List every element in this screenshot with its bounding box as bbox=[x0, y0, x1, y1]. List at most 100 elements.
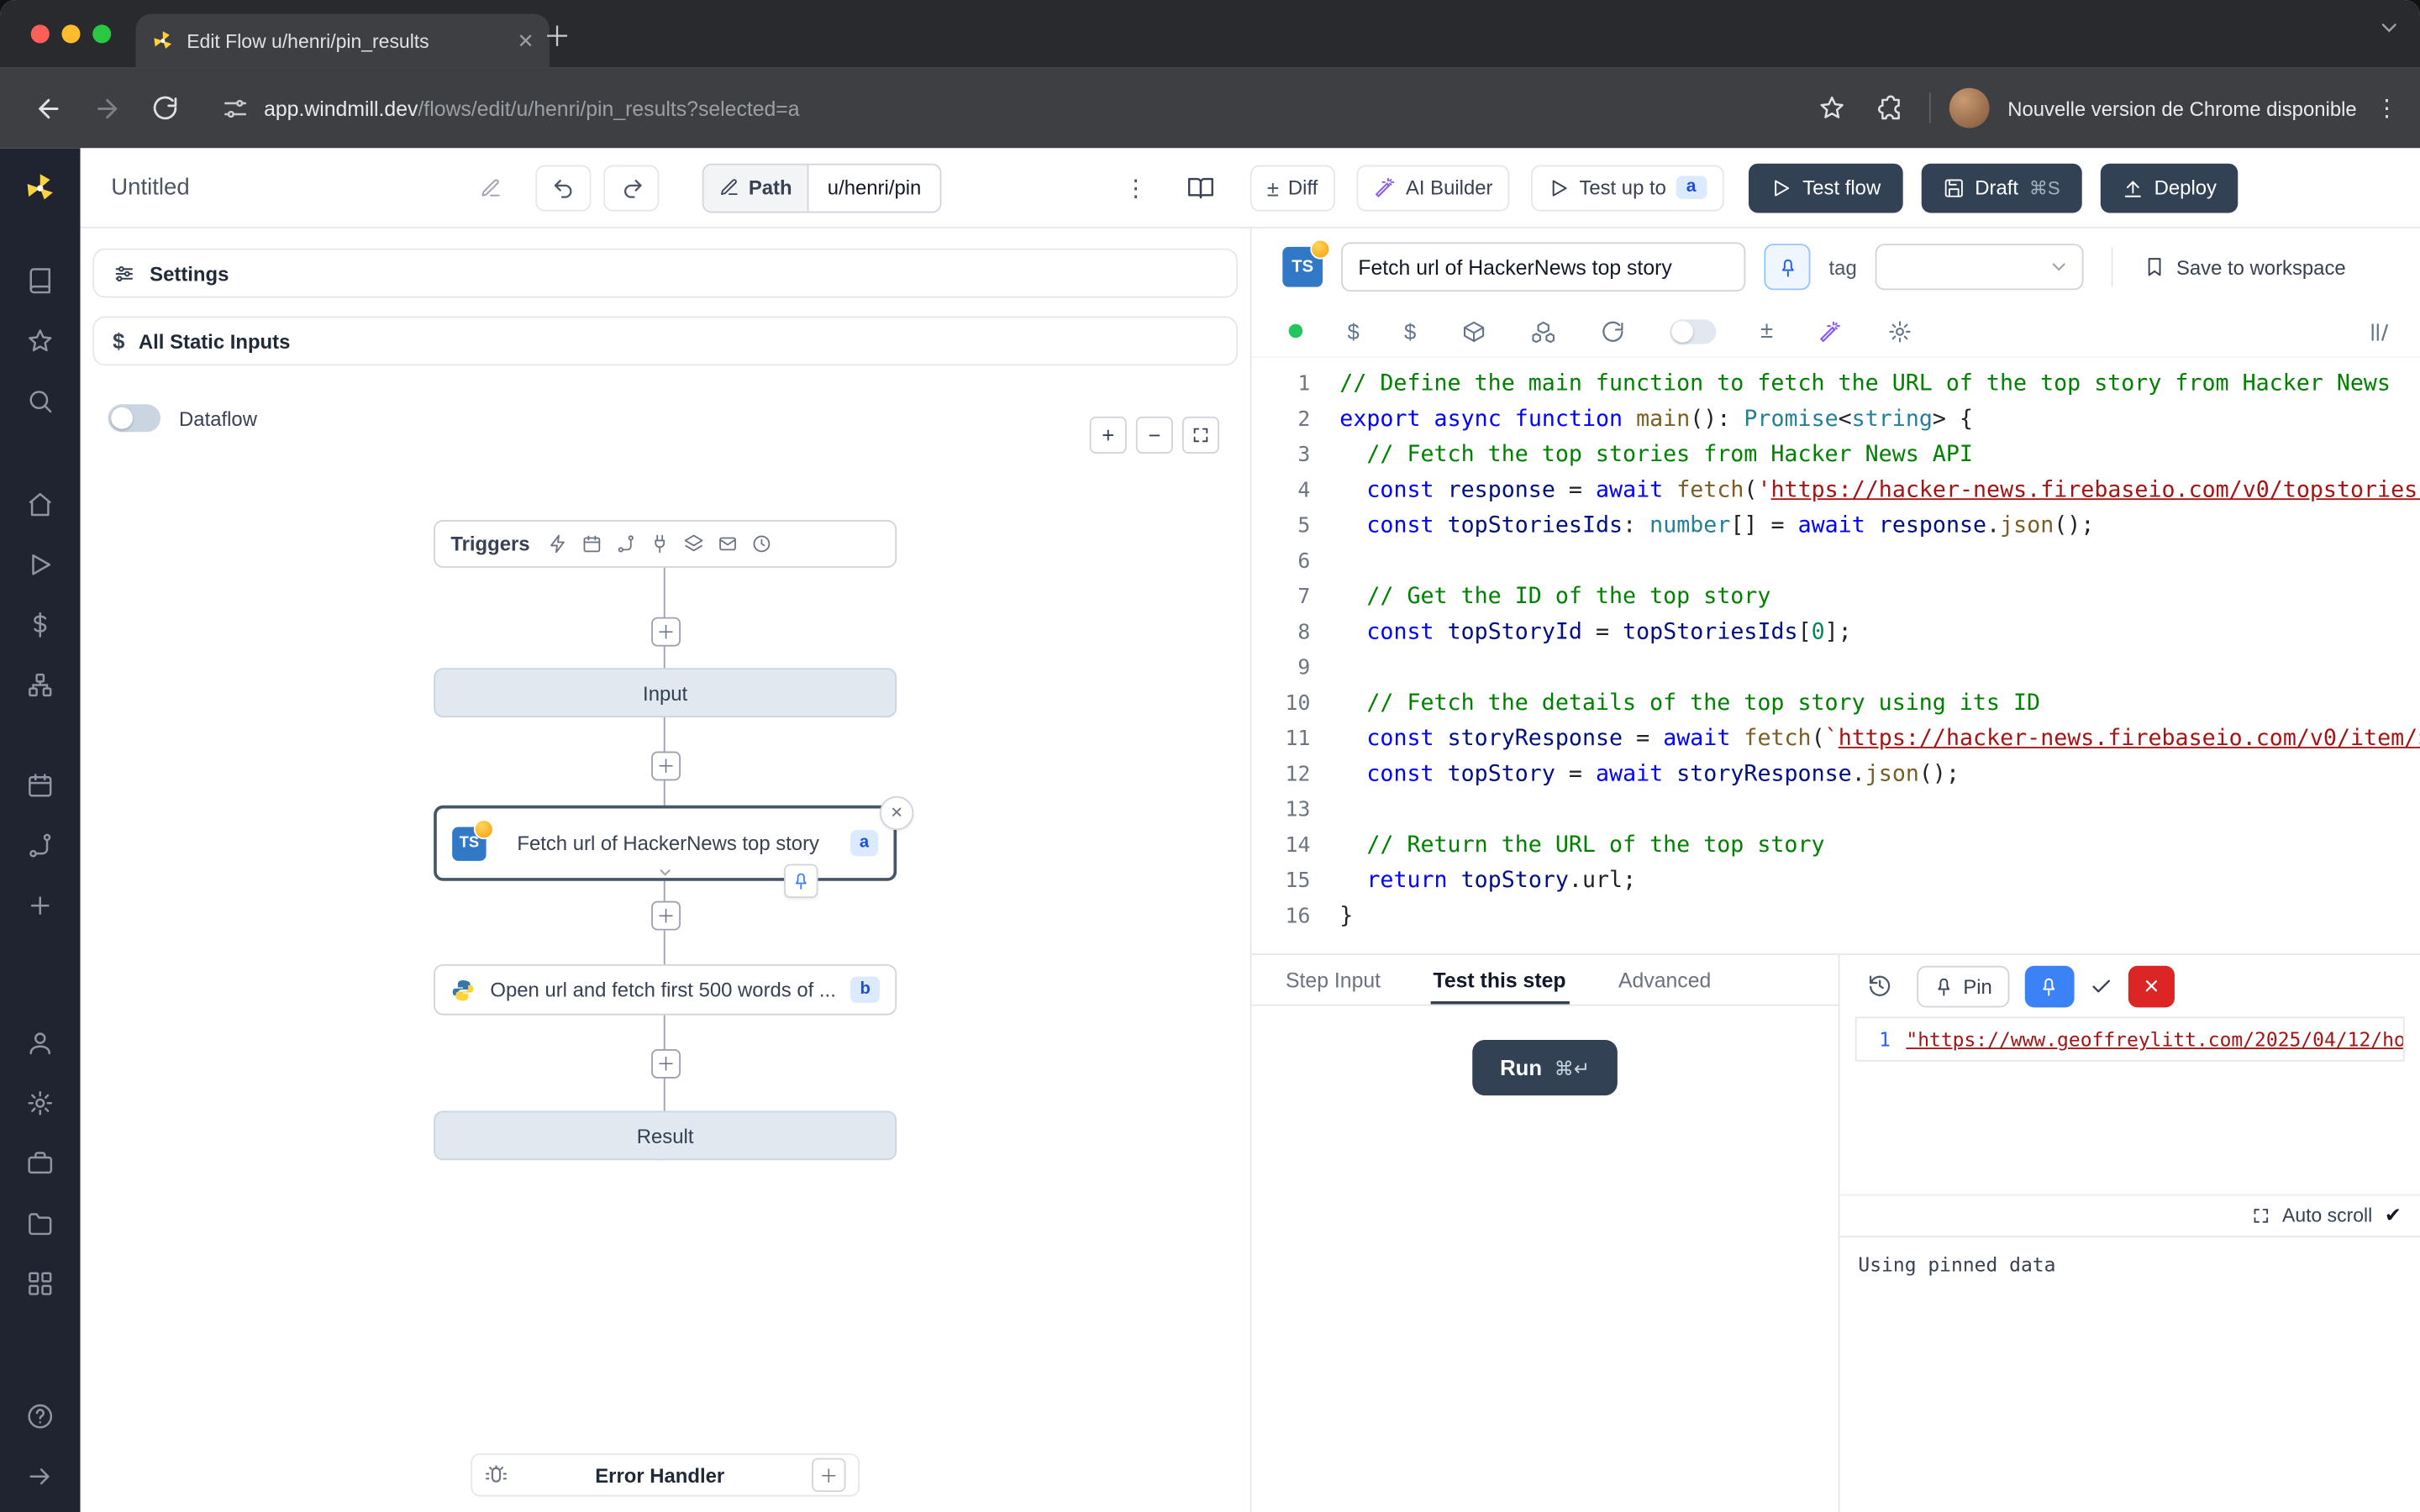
code-line[interactable]: 16} bbox=[1252, 900, 2420, 935]
reload-icon[interactable] bbox=[139, 81, 191, 134]
tag-select[interactable] bbox=[1876, 244, 2084, 290]
code-line[interactable]: 14 // Return the URL of the top story bbox=[1252, 828, 2420, 864]
schedule-icon[interactable] bbox=[582, 534, 602, 554]
package-icon[interactable] bbox=[1461, 318, 1486, 343]
kafka-icon[interactable] bbox=[684, 534, 704, 554]
minimize-window-button[interactable] bbox=[61, 24, 80, 43]
ai-wand-icon[interactable] bbox=[1818, 318, 1842, 343]
redo-button[interactable] bbox=[603, 165, 659, 211]
code-line[interactable]: 4 const response = await fetch('https://… bbox=[1252, 474, 2420, 509]
code-line[interactable]: 12 const topStory = await storyResponse.… bbox=[1252, 758, 2420, 793]
editor-toggle[interactable] bbox=[1670, 318, 1716, 343]
code-line[interactable]: 10 // Fetch the details of the top story… bbox=[1252, 686, 2420, 722]
deploy-button[interactable]: Deploy bbox=[2100, 163, 2238, 213]
window-controls[interactable] bbox=[31, 24, 112, 43]
path-label[interactable]: Path bbox=[704, 165, 809, 211]
pin-button[interactable]: Pin bbox=[1917, 965, 2009, 1007]
websocket-icon[interactable] bbox=[650, 534, 671, 554]
add-step-button[interactable]: ＋ bbox=[651, 1049, 681, 1079]
settings-row[interactable]: Settings bbox=[92, 249, 1238, 298]
save-to-workspace-button[interactable]: Save to workspace bbox=[2144, 255, 2345, 279]
auto-scroll-row[interactable]: Auto scroll ✔ bbox=[1839, 1194, 2420, 1237]
code-line[interactable]: 3 // Fetch the top stories from Hacker N… bbox=[1252, 438, 2420, 474]
bookmark-star-icon[interactable] bbox=[1812, 81, 1852, 134]
maximize-window-button[interactable] bbox=[92, 24, 111, 43]
poll-icon[interactable] bbox=[752, 534, 772, 554]
code-line[interactable]: 1// Define the main function to fetch th… bbox=[1252, 367, 2420, 402]
all-static-inputs-row[interactable]: $ All Static Inputs bbox=[92, 317, 1238, 366]
test-up-to-button[interactable]: Test up to a bbox=[1531, 165, 1723, 211]
gear-icon[interactable] bbox=[20, 1083, 60, 1123]
ai-builder-button[interactable]: AI Builder bbox=[1356, 165, 1510, 211]
add-step-button[interactable]: ＋ bbox=[651, 751, 681, 780]
step-title-input[interactable]: Fetch url of HackerNews top story bbox=[1341, 242, 1745, 291]
tab-close-icon[interactable]: ✕ bbox=[517, 29, 534, 53]
browser-tab[interactable]: Edit Flow u/henri/pin_results ✕ bbox=[136, 14, 550, 68]
code-line[interactable]: 11 const storyResponse = await fetch(`ht… bbox=[1252, 722, 2420, 758]
clear-pin-button[interactable] bbox=[2128, 965, 2174, 1007]
add-step-button[interactable]: ＋ bbox=[651, 901, 681, 931]
folder-icon[interactable] bbox=[20, 1204, 60, 1244]
more-options-kebab-icon[interactable]: ⋮ bbox=[1114, 174, 1157, 202]
browser-menu-icon[interactable]: ⋮ bbox=[2375, 97, 2399, 120]
run-button[interactable]: Run ⌘↵ bbox=[1472, 1040, 1618, 1095]
result-node[interactable]: Result bbox=[434, 1110, 897, 1160]
email-icon[interactable] bbox=[718, 534, 739, 554]
reload-icon[interactable] bbox=[1600, 318, 1624, 343]
variables-dollar-icon[interactable]: $ bbox=[1347, 318, 1359, 343]
chevron-down-icon[interactable] bbox=[657, 864, 674, 881]
auto-scroll-check-icon[interactable]: ✔ bbox=[2385, 1204, 2402, 1228]
add-error-handler-button[interactable]: ＋ bbox=[812, 1458, 845, 1492]
tab-test-this-step[interactable]: Test this step bbox=[1430, 955, 1569, 1005]
journal-icon[interactable] bbox=[20, 260, 60, 301]
code-line[interactable]: 7 // Get the ID of the top story bbox=[1252, 580, 2420, 616]
dependencies-icon[interactable] bbox=[1530, 318, 1555, 343]
address-bar[interactable]: app.windmill.dev/flows/edit/u/henri/pin_… bbox=[207, 95, 1806, 121]
flows-route-icon[interactable] bbox=[20, 826, 60, 866]
back-icon[interactable] bbox=[22, 81, 74, 134]
flow-title-field[interactable]: Untitled bbox=[111, 175, 502, 201]
docs-book-icon[interactable] bbox=[1173, 165, 1228, 211]
close-window-button[interactable] bbox=[31, 24, 50, 43]
schedules-calendar-icon[interactable] bbox=[20, 765, 60, 806]
star-icon[interactable] bbox=[20, 321, 60, 361]
add-plus-icon[interactable] bbox=[20, 885, 60, 926]
tab-step-input[interactable]: Step Input bbox=[1282, 955, 1383, 1005]
diff-plusminus-icon[interactable]: ± bbox=[1760, 318, 1773, 344]
url-text[interactable]: app.windmill.dev/flows/edit/u/henri/pin_… bbox=[264, 97, 800, 120]
undo-button[interactable] bbox=[535, 165, 591, 211]
fit-view-button[interactable] bbox=[1182, 417, 1219, 454]
edit-title-pencil-icon[interactable] bbox=[480, 176, 502, 198]
collapse-arrow-icon[interactable] bbox=[20, 1457, 60, 1497]
extensions-puzzle-icon[interactable] bbox=[1870, 81, 1911, 134]
workers-briefcase-icon[interactable] bbox=[20, 1143, 60, 1184]
tab-advanced[interactable]: Advanced bbox=[1615, 955, 1714, 1005]
settings-gear-icon[interactable] bbox=[1887, 318, 1912, 343]
help-icon[interactable] bbox=[20, 1396, 60, 1436]
windmill-logo[interactable] bbox=[20, 168, 60, 208]
add-step-button[interactable]: ＋ bbox=[651, 617, 681, 647]
code-editor[interactable]: 1// Define the main function to fetch th… bbox=[1252, 358, 2420, 953]
home-icon[interactable] bbox=[20, 485, 60, 525]
path-control[interactable]: Path u/henri/pin bbox=[702, 163, 941, 213]
step-node-a-selected[interactable]: TS Fetch url of HackerNews top story a bbox=[434, 806, 897, 881]
error-handler-node[interactable]: Error Handler ＋ bbox=[471, 1453, 860, 1496]
code-line[interactable]: 2export async function main(): Promise<s… bbox=[1252, 402, 2420, 438]
code-line[interactable]: 8 const topStoryId = topStoriesIds[0]; bbox=[1252, 616, 2420, 651]
dataflow-toggle[interactable] bbox=[108, 404, 160, 432]
resources-dollar-icon[interactable]: $ bbox=[1404, 318, 1416, 343]
site-settings-icon[interactable] bbox=[222, 95, 248, 121]
check-icon[interactable] bbox=[2090, 974, 2113, 998]
code-line[interactable]: 13 bbox=[1252, 793, 2420, 828]
code-line[interactable]: 5 const topStoriesIds: number[] = await … bbox=[1252, 509, 2420, 544]
input-node[interactable]: Input bbox=[434, 668, 897, 717]
resources-sitemap-icon[interactable] bbox=[20, 665, 60, 706]
library-icon[interactable] bbox=[2368, 318, 2392, 343]
diff-button[interactable]: ± Diff bbox=[1250, 165, 1335, 211]
pin-toggle-button[interactable] bbox=[1764, 244, 1810, 290]
chrome-update-text[interactable]: Nouvelle version de Chrome disponible bbox=[2007, 97, 2356, 120]
zoom-in-button[interactable]: + bbox=[1090, 417, 1127, 454]
zoom-out-button[interactable]: − bbox=[1136, 417, 1173, 454]
pin-active-button[interactable] bbox=[2024, 965, 2074, 1007]
webhook-icon[interactable] bbox=[549, 534, 569, 554]
